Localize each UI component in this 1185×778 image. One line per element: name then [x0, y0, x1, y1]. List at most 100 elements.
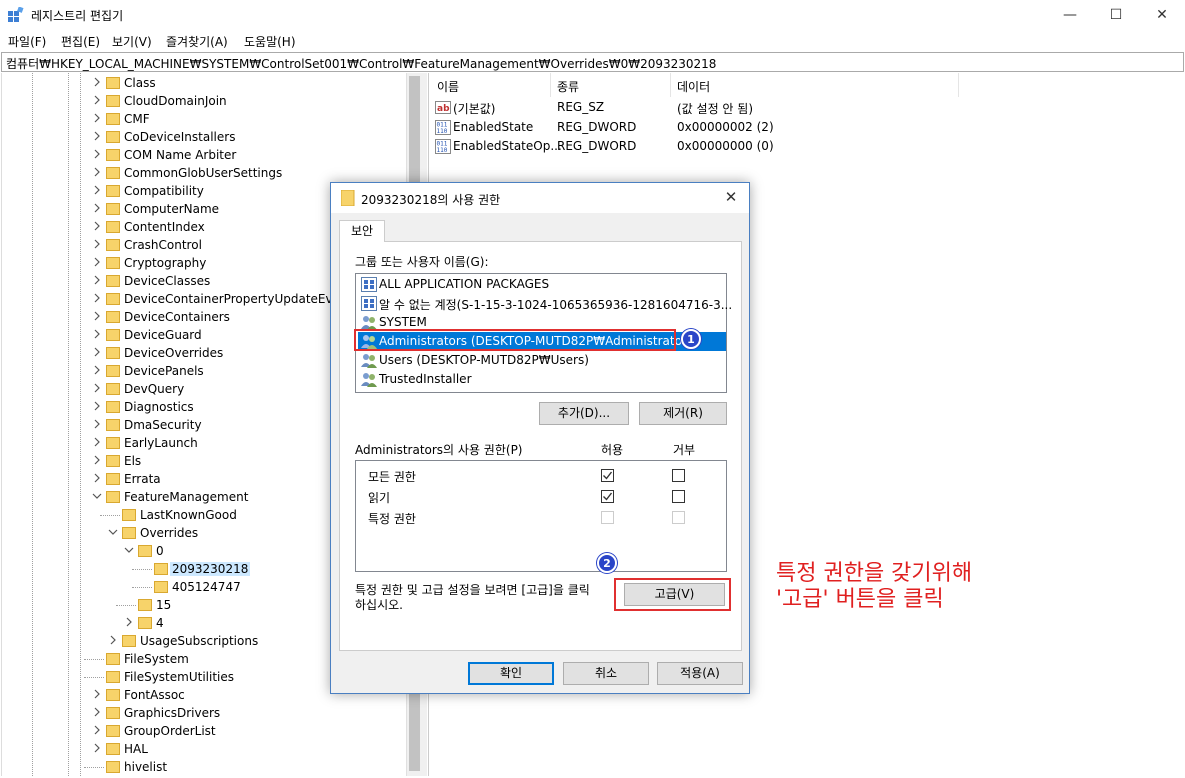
- chevron-right-icon[interactable]: [108, 635, 118, 645]
- tree-item[interactable]: GraphicsDrivers: [92, 704, 406, 722]
- allow-full-checkbox[interactable]: [601, 469, 614, 482]
- folder-icon: [106, 329, 120, 341]
- chevron-right-icon[interactable]: [92, 707, 102, 717]
- chevron-right-icon[interactable]: [92, 275, 102, 285]
- chevron-right-icon[interactable]: [92, 347, 102, 357]
- maximize-button[interactable]: ☐: [1093, 0, 1139, 30]
- deny-full-checkbox[interactable]: [672, 469, 685, 482]
- chevron-right-icon[interactable]: [92, 167, 102, 177]
- folder-icon: [138, 545, 152, 557]
- users-group-icon: [361, 354, 377, 368]
- add-button[interactable]: 추가(D)...: [539, 402, 629, 425]
- menu-edit[interactable]: 편집(E): [61, 33, 100, 50]
- folder-icon: [106, 365, 120, 377]
- chevron-right-icon[interactable]: [92, 455, 102, 465]
- permissions-label: Administrators의 사용 권한(P): [355, 443, 523, 457]
- allow-read-checkbox[interactable]: [601, 490, 614, 503]
- chevron-right-icon[interactable]: [92, 221, 102, 231]
- chevron-right-icon[interactable]: [92, 149, 102, 159]
- menu-view[interactable]: 보기(V): [112, 33, 152, 50]
- tree-item[interactable]: CloudDomainJoin: [92, 92, 406, 110]
- window-title: 레지스트리 편집기: [31, 9, 124, 23]
- deny-read-checkbox[interactable]: [672, 490, 685, 503]
- chevron-right-icon[interactable]: [124, 617, 134, 627]
- chevron-down-icon[interactable]: [92, 491, 102, 501]
- column-header-type[interactable]: 종류: [557, 78, 579, 95]
- value-row[interactable]: 011 110 EnabledStateOp... REG_DWORD 0x000…: [435, 137, 1035, 155]
- user-item[interactable]: ALL APPLICATION PACKAGES: [358, 275, 726, 294]
- chevron-right-icon[interactable]: [92, 725, 102, 735]
- folder-icon: [106, 167, 120, 179]
- chevron-right-icon[interactable]: [92, 203, 102, 213]
- folder-icon: [106, 653, 120, 665]
- chevron-right-icon[interactable]: [92, 311, 102, 321]
- chevron-right-icon[interactable]: [92, 383, 102, 393]
- tree-item-label: 15: [156, 598, 172, 612]
- tree-item[interactable]: GroupOrderList: [92, 722, 406, 740]
- tree-item-label: DevicePanels: [124, 364, 204, 378]
- user-item[interactable]: TrustedInstaller: [358, 370, 726, 389]
- folder-icon: [122, 509, 136, 521]
- chevron-down-icon[interactable]: [108, 527, 118, 537]
- folder-icon: [106, 239, 120, 251]
- tree-item[interactable]: CoDeviceInstallers: [92, 128, 406, 146]
- chevron-right-icon[interactable]: [92, 401, 102, 411]
- dialog-title-bar[interactable]: 2093230218의 사용 권한 ✕: [331, 183, 749, 213]
- deny-special-checkbox: [672, 511, 685, 524]
- tree-item[interactable]: HAL: [92, 740, 406, 758]
- close-button[interactable]: ✕: [1139, 0, 1185, 30]
- apply-button[interactable]: 적용(A): [657, 662, 743, 685]
- chevron-right-icon[interactable]: [92, 77, 102, 87]
- chevron-right-icon[interactable]: [92, 365, 102, 375]
- ok-button[interactable]: 확인: [468, 662, 554, 685]
- folder-icon: [122, 635, 136, 647]
- user-item[interactable]: Users (DESKTOP-MUTD82P₩Users): [358, 351, 726, 370]
- chevron-right-icon[interactable]: [92, 743, 102, 753]
- tab-security[interactable]: 보안: [339, 220, 385, 242]
- tree-item[interactable]: CommonGlobUserSettings: [92, 164, 406, 182]
- chevron-down-icon[interactable]: [124, 545, 134, 555]
- tree-item[interactable]: Class: [92, 74, 406, 92]
- highlight-administrators: [354, 329, 676, 351]
- allow-header: 허용: [601, 443, 624, 457]
- registry-editor-icon: [8, 7, 24, 22]
- user-item[interactable]: 알 수 없는 계정(S-1-15-3-1024-1065365936-12816…: [358, 294, 732, 313]
- chevron-right-icon[interactable]: [92, 689, 102, 699]
- column-header-data[interactable]: 데이터: [677, 78, 710, 95]
- tree-item[interactable]: COM Name Arbiter: [92, 146, 406, 164]
- tree-item-label: DeviceContainerPropertyUpdateEvents: [124, 292, 359, 306]
- chevron-right-icon[interactable]: [92, 113, 102, 123]
- annotation-note: 특정 권한을 갖기위해 '고급' 버튼을 클릭: [776, 561, 972, 613]
- chevron-right-icon[interactable]: [92, 329, 102, 339]
- menu-help[interactable]: 도움말(H): [244, 33, 296, 50]
- app-packages-icon: [361, 277, 377, 292]
- chevron-right-icon[interactable]: [92, 437, 102, 447]
- chevron-right-icon[interactable]: [92, 185, 102, 195]
- folder-icon: [106, 707, 120, 719]
- column-header-name[interactable]: 이름: [437, 78, 459, 95]
- value-row[interactable]: ab (기본값) REG_SZ (값 설정 안 됨): [435, 98, 1035, 116]
- chevron-right-icon[interactable]: [92, 293, 102, 303]
- chevron-right-icon[interactable]: [92, 419, 102, 429]
- binary-value-icon: 011110: [435, 139, 451, 154]
- address-bar[interactable]: 컴퓨터₩HKEY_LOCAL_MACHINE₩SYSTEM₩ControlSet…: [1, 52, 1184, 72]
- chevron-right-icon[interactable]: [92, 95, 102, 105]
- folder-icon: [106, 149, 120, 161]
- tree-item[interactable]: CMF: [92, 110, 406, 128]
- chevron-right-icon[interactable]: [92, 131, 102, 141]
- cancel-button[interactable]: 취소: [563, 662, 649, 685]
- minimize-button[interactable]: —: [1047, 0, 1093, 30]
- menu-file[interactable]: 파일(F): [8, 33, 46, 50]
- remove-button[interactable]: 제거(R): [639, 402, 727, 425]
- address-path[interactable]: 컴퓨터₩HKEY_LOCAL_MACHINE₩SYSTEM₩ControlSet…: [6, 55, 716, 72]
- tree-item[interactable]: hivelist: [84, 758, 406, 776]
- folder-icon: [106, 473, 120, 485]
- chevron-right-icon[interactable]: [92, 257, 102, 267]
- tree-item-label: Cryptography: [124, 256, 207, 270]
- chevron-right-icon[interactable]: [92, 473, 102, 483]
- chevron-right-icon[interactable]: [92, 239, 102, 249]
- value-row[interactable]: 011 110 EnabledState REG_DWORD 0x00000002…: [435, 118, 1035, 136]
- dialog-close-button[interactable]: ✕: [721, 187, 741, 207]
- title-bar: 레지스트리 편집기 — ☐ ✕: [0, 0, 1185, 30]
- menu-favorites[interactable]: 즐겨찾기(A): [166, 33, 228, 50]
